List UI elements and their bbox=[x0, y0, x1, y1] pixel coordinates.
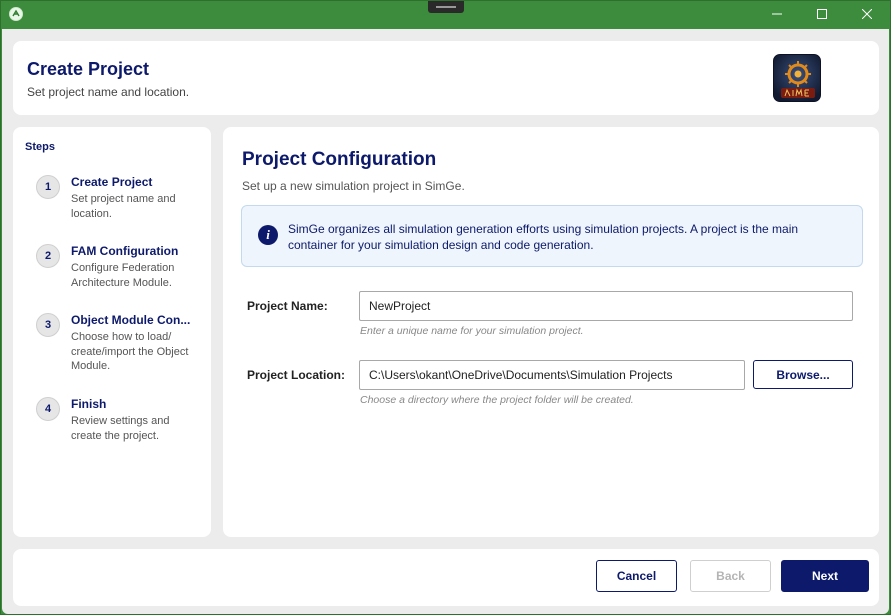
steps-heading: Steps bbox=[25, 141, 55, 153]
next-button[interactable]: Next bbox=[781, 560, 869, 592]
steps-panel: Steps 1 Create Project Set project name … bbox=[13, 127, 211, 537]
header-panel: Create Project Set project name and loca… bbox=[13, 41, 879, 115]
close-button[interactable] bbox=[844, 1, 890, 29]
step-title: Create Project bbox=[71, 175, 153, 189]
window-client: Create Project Set project name and loca… bbox=[2, 29, 889, 614]
close-icon bbox=[861, 6, 873, 24]
back-button[interactable]: Back bbox=[690, 560, 771, 592]
step-item-fam-configuration[interactable]: 2 FAM Configuration Configure Federation… bbox=[13, 244, 211, 304]
step-description: Configure Federation Architecture Module… bbox=[71, 262, 175, 289]
project-name-label: Project Name: bbox=[247, 299, 328, 313]
minimize-button[interactable] bbox=[754, 1, 800, 29]
title-bar[interactable] bbox=[1, 1, 890, 29]
step-description: Set project name and location. bbox=[71, 193, 176, 220]
project-location-hint: Choose a directory where the project fol… bbox=[360, 394, 634, 406]
snap-grip[interactable] bbox=[428, 1, 464, 13]
step-item-finish[interactable]: 4 Finish Review settings and create the … bbox=[13, 397, 211, 457]
project-name-input[interactable] bbox=[359, 291, 853, 321]
step-item-create-project[interactable]: 1 Create Project Set project name and lo… bbox=[13, 175, 211, 235]
maximize-icon bbox=[817, 6, 827, 24]
info-text: SimGe organizes all simulation generatio… bbox=[288, 222, 799, 252]
step-description: Choose how to load/ create/import the Ob… bbox=[71, 331, 189, 372]
step-item-object-module[interactable]: 3 Object Module Con... Choose how to loa… bbox=[13, 313, 211, 373]
section-subtitle: Set up a new simulation project in SimGe… bbox=[242, 179, 465, 193]
info-banner: i SimGe organizes all simulation generat… bbox=[241, 205, 863, 267]
minimize-icon bbox=[772, 6, 782, 24]
footer-panel: Cancel Back Next bbox=[13, 549, 879, 606]
step-number: 4 bbox=[36, 397, 60, 421]
wizard-window: Create Project Set project name and loca… bbox=[0, 0, 891, 615]
info-icon: i bbox=[258, 225, 278, 245]
project-location-input[interactable] bbox=[359, 360, 745, 390]
page-title: Create Project bbox=[27, 59, 150, 79]
step-number: 1 bbox=[36, 175, 60, 199]
page-subtitle: Set project name and location. bbox=[27, 85, 190, 99]
step-description: Review settings and create the project. bbox=[71, 415, 170, 442]
step-title: FAM Configuration bbox=[71, 244, 179, 258]
step-title: Finish bbox=[71, 397, 107, 411]
browse-button[interactable]: Browse... bbox=[753, 360, 853, 389]
cancel-button[interactable]: Cancel bbox=[596, 560, 677, 592]
configuration-panel: Project Configuration Set up a new simul… bbox=[223, 127, 879, 537]
project-name-hint: Enter a unique name for your simulation … bbox=[360, 325, 584, 337]
step-number: 2 bbox=[36, 244, 60, 268]
step-number: 3 bbox=[36, 313, 60, 337]
simge-logo-icon bbox=[773, 54, 821, 102]
section-title: Project Configuration bbox=[242, 149, 437, 170]
project-location-label: Project Location: bbox=[247, 368, 346, 382]
step-title: Object Module Con... bbox=[71, 313, 191, 327]
app-icon bbox=[9, 7, 23, 21]
maximize-button[interactable] bbox=[799, 1, 845, 29]
